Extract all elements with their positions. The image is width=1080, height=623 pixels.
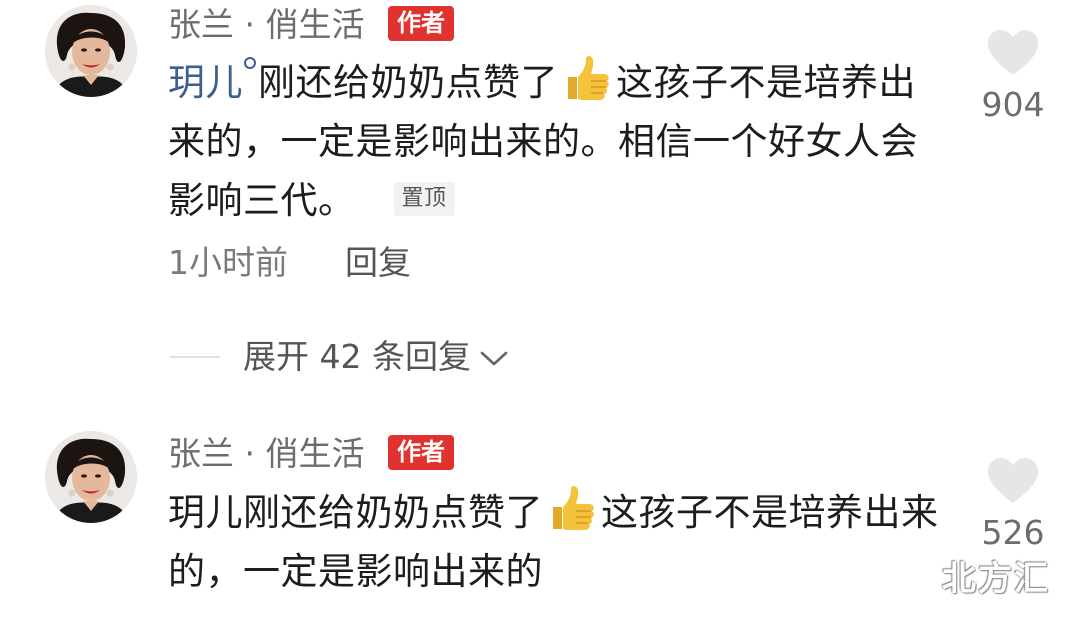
comment-time: 1小时前 [168, 243, 288, 282]
reply-button[interactable]: 回复 [345, 246, 411, 279]
comment-list: 张兰 · 俏生活 作者 玥儿 刚还给奶奶点赞了 这孩子不是培养出来的，一定是影响出… [0, 0, 1080, 623]
divider [170, 356, 220, 358]
author-badge: 作者 [388, 6, 454, 41]
comment-text: 玥儿刚还给奶奶点赞了 这孩子不是培养出来的，一定是影响出来的 [168, 483, 948, 601]
heart-icon [988, 30, 1038, 75]
expand-replies-label: 展开 42 条回复 [243, 337, 471, 376]
heart-icon [988, 458, 1038, 503]
chevron-down-icon [480, 351, 508, 366]
comment-text-part: 玥儿刚还给奶奶点赞了 [168, 491, 543, 534]
like-button[interactable]: 904 [963, 30, 1063, 125]
avatar[interactable] [45, 431, 137, 523]
like-count: 904 [981, 85, 1045, 124]
author-name[interactable]: 张兰 · 俏生活 [168, 437, 364, 470]
comment-item: 张兰 · 俏生活 作者 玥儿刚还给奶奶点赞了 这孩子不是培养出来的，一定是影响出… [0, 0, 1080, 400]
comment-text-part: 刚还给奶奶点赞了 [258, 61, 558, 104]
avatar-image [45, 5, 137, 97]
thumbs-up-emoji [553, 486, 594, 530]
like-count: 526 [981, 513, 1045, 552]
avatar[interactable] [45, 5, 137, 97]
mention-icon [244, 57, 256, 69]
comment-text: 玥儿 刚还给奶奶点赞了 这孩子不是培养出来的，一定是影响出来的。相信一个好女人会影… [168, 53, 928, 230]
mention-link[interactable]: 玥儿 [168, 61, 243, 104]
watermark: 北方汇 [942, 559, 1050, 599]
like-button[interactable]: 526 [963, 458, 1063, 553]
comment-item: 张兰 · 俏生活 作者 玥儿刚还给奶奶点赞了 这孩子不是培养出来的，一定是影响出… [0, 425, 1080, 623]
pinned-badge: 置顶 [393, 182, 455, 216]
author-badge: 作者 [388, 435, 454, 470]
expand-replies-button[interactable]: 展开 42 条回复 [243, 337, 508, 380]
avatar-image [45, 431, 137, 523]
thumbs-up-emoji [568, 56, 609, 100]
author-name[interactable]: 张兰 · 俏生活 [168, 8, 364, 41]
